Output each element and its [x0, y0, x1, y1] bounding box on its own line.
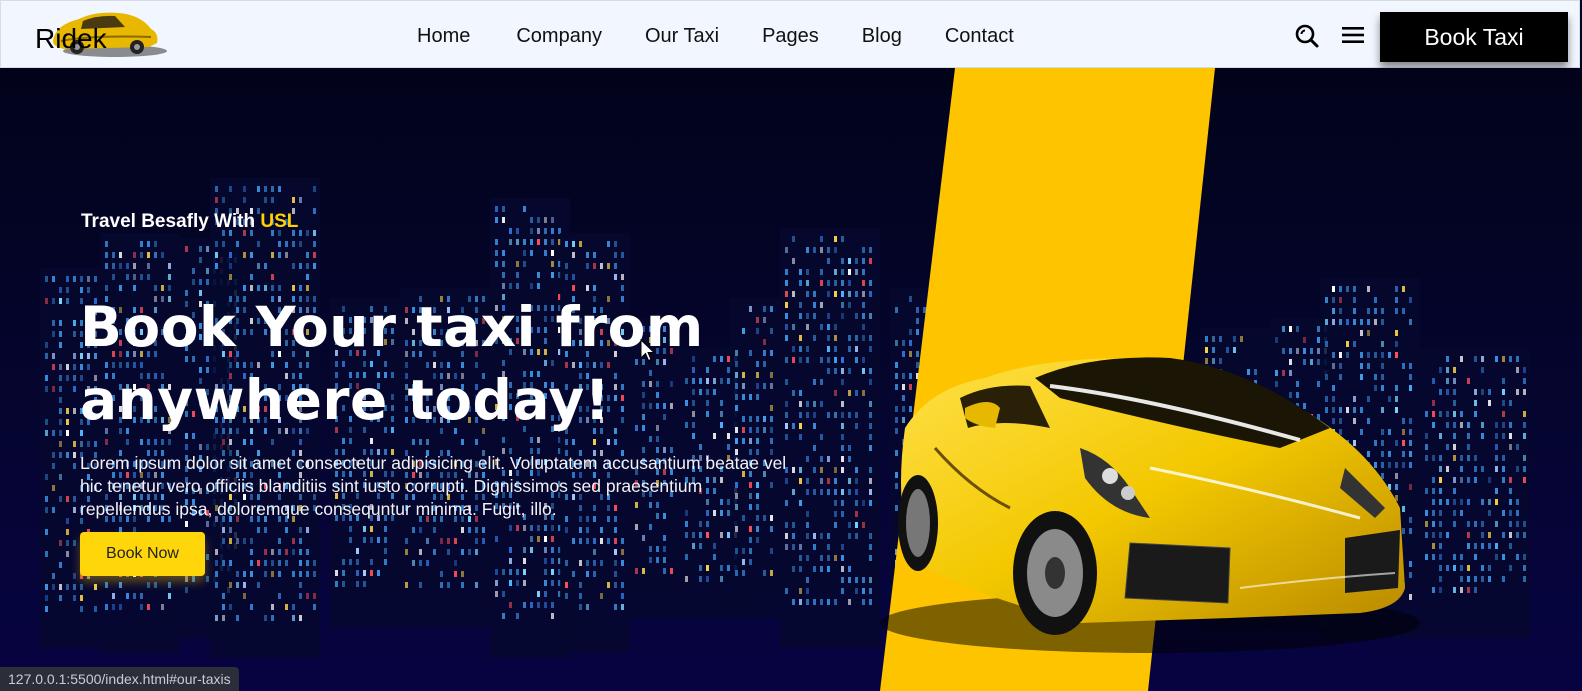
nav-company[interactable]: Company — [516, 25, 602, 48]
hero-headline: Book Your taxi from anywhere today! — [80, 291, 780, 437]
hero-paragraph: Lorem ipsum dolor sit amet consectetur a… — [80, 453, 787, 519]
search-icon — [1295, 24, 1319, 48]
hero-section: Travel Besafly With USL Book Your taxi f… — [0, 68, 1582, 691]
hero-tagline: Travel Besafly With USL — [81, 211, 298, 233]
main-nav: Home Company Our Taxi Pages Blog Contact — [417, 25, 1014, 48]
menu-button[interactable] — [1341, 25, 1365, 45]
tagline-highlight: USL — [260, 211, 299, 232]
nav-blog[interactable]: Blog — [862, 25, 902, 48]
mouse-cursor-icon — [640, 339, 656, 362]
headline-line-2: anywhere today! — [80, 368, 611, 432]
nav-pages[interactable]: Pages — [762, 25, 819, 48]
search-button[interactable] — [1294, 23, 1320, 49]
tagline-text: Travel Besafly With — [81, 211, 261, 232]
headline-line-1: Book Your taxi from — [80, 295, 704, 359]
nav-contact[interactable]: Contact — [945, 25, 1014, 48]
site-header: Ridek Home Company Our Taxi Pages Blog C… — [0, 0, 1580, 68]
logo[interactable]: Ridek — [31, 7, 171, 61]
book-taxi-button[interactable]: Book Taxi — [1380, 12, 1568, 62]
status-bar-url: 127.0.0.1:5500/index.html#our-taxis — [0, 667, 239, 691]
book-now-button[interactable]: Book Now — [80, 532, 205, 576]
hamburger-menu-icon — [1342, 27, 1364, 43]
nav-home[interactable]: Home — [417, 25, 470, 48]
logo-text: Ridek — [35, 23, 107, 54]
nav-our-taxi[interactable]: Our Taxi — [645, 25, 719, 48]
